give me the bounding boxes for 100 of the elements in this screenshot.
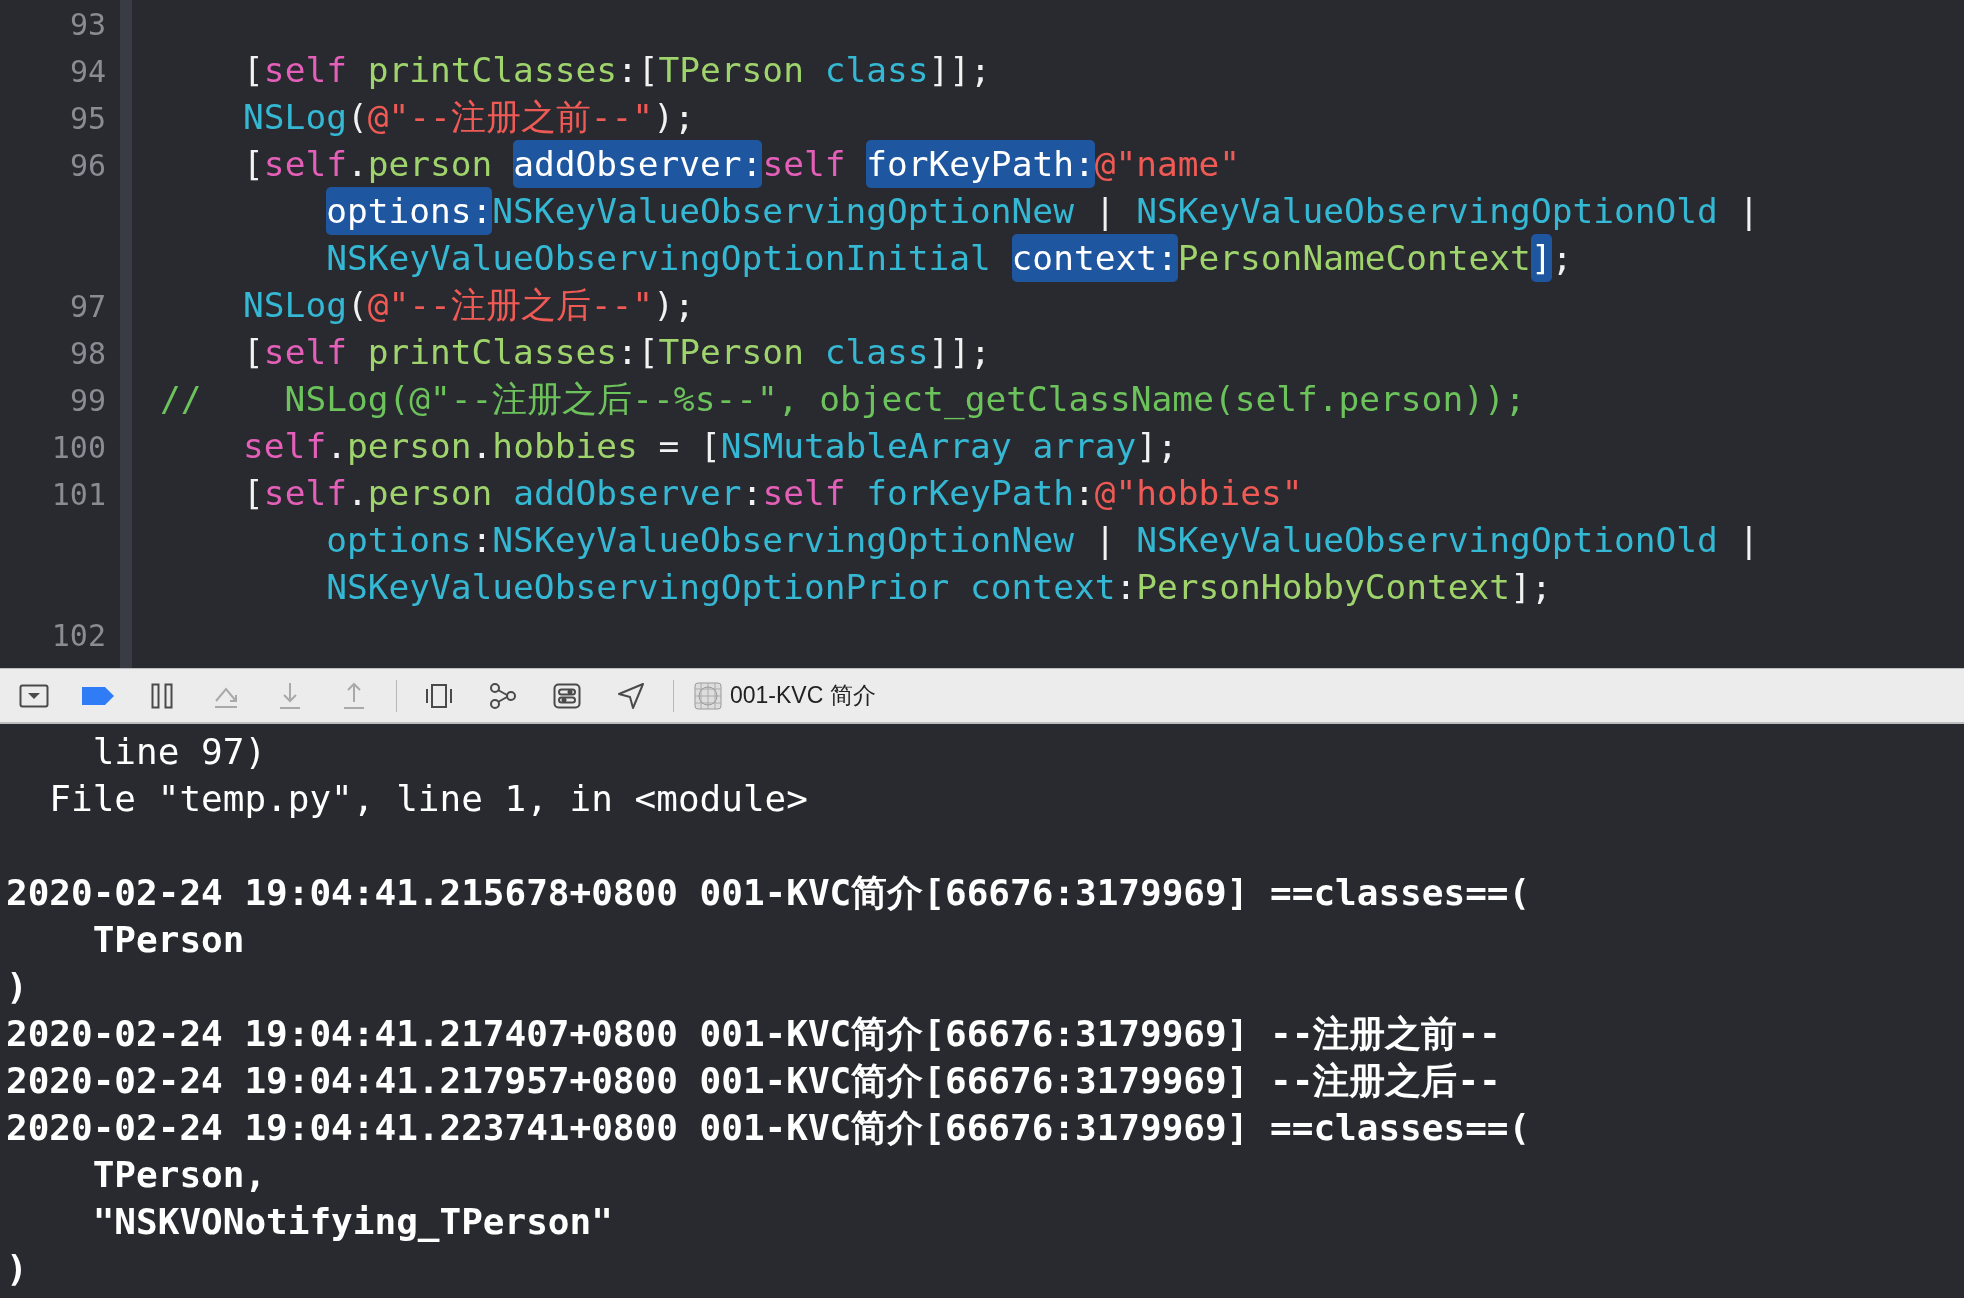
line-number: 101	[51, 477, 106, 512]
code-text: .	[471, 426, 493, 466]
code-text: |	[1093, 191, 1117, 231]
code-text: :	[741, 473, 763, 513]
log-line: 2020-02-24 19:04:41.217957+0800 001-KVC简介[66676:3179969] --注册之后--	[6, 1059, 1502, 1103]
code-text: );	[653, 285, 695, 325]
code-symbol: options	[326, 520, 472, 560]
code-text: .	[346, 144, 368, 184]
code-symbol: addObserver	[513, 473, 742, 513]
code-symbol: NSKeyValueObservingOptionInitial	[326, 238, 992, 278]
line-number: 99	[69, 383, 106, 418]
code-symbol: NSKeyValueObservingOptionOld	[1136, 520, 1718, 560]
line-number: 95	[69, 101, 106, 136]
code-identifier: TPerson	[658, 50, 805, 90]
code-identifier: person	[346, 426, 472, 466]
code-symbol: NSKeyValueObservingOptionOld	[1136, 191, 1718, 231]
code-identifier: PersonHobbyContext	[1136, 567, 1511, 607]
toggles-icon	[553, 682, 581, 709]
location-arrow-icon	[617, 681, 645, 710]
code-text: [	[243, 473, 264, 513]
log-line: "NSKVONotifying_TPerson"	[91, 1200, 614, 1244]
target-label: 001-KVC 简介	[730, 681, 876, 710]
pause-icon	[151, 682, 173, 709]
code-symbol: class	[824, 332, 929, 372]
line-number: 96	[69, 148, 106, 183]
code-symbol: NSMutableArray	[720, 426, 1013, 466]
code-string: @"name"	[1094, 144, 1241, 184]
code-text: .	[346, 473, 368, 513]
code-text: |	[1093, 520, 1117, 560]
code-text: :	[1074, 473, 1095, 513]
code-text: |	[1737, 191, 1760, 231]
code-symbol: class	[824, 50, 929, 90]
log-line: 2020-02-24 19:04:41.215678+0800 001-KVC简介[66676:3179969] ==classes==(	[6, 871, 1532, 915]
code-text: (	[346, 285, 368, 325]
code-keyword: self	[762, 473, 847, 513]
code-identifier: printClasses	[367, 332, 617, 372]
code-text: ]];	[928, 332, 991, 372]
breakpoint-icon	[81, 685, 115, 706]
line-number: 94	[69, 54, 106, 89]
trace-line: line 97)	[91, 730, 268, 774]
code-text: :[	[616, 332, 659, 372]
panel-toggle-icon	[19, 683, 49, 708]
code-symbol: NSLog	[243, 285, 347, 325]
code-text: [	[243, 144, 264, 184]
step-out-icon	[342, 681, 366, 710]
log-line: TPerson,	[91, 1153, 268, 1197]
graph-nodes-icon	[489, 681, 517, 710]
log-line: )	[6, 965, 29, 1009]
highlighted-token: context:	[1011, 234, 1178, 282]
code-identifier: printClasses	[367, 50, 617, 90]
code-text: ];	[1510, 567, 1552, 607]
code-text: .	[326, 426, 347, 466]
line-number: 93	[69, 7, 106, 42]
code-text: );	[653, 97, 695, 137]
code-comment: // NSLog(@"--注册之后--%s--", object_getClassName(self.person));	[160, 379, 1526, 419]
line-number: 102	[51, 618, 106, 653]
code-text: :	[1115, 567, 1137, 607]
step-into-icon	[278, 681, 302, 710]
thread-grid-icon	[694, 681, 722, 710]
code-keyword: self	[263, 332, 348, 372]
log-line: )	[6, 1247, 29, 1291]
code-identifier: PersonNameContext	[1177, 238, 1531, 278]
code-symbol: array	[1032, 426, 1137, 466]
code-keyword: self	[263, 50, 348, 90]
highlighted-token: options:	[326, 187, 493, 235]
highlighted-token: forKeyPath:	[866, 140, 1095, 188]
code-symbol: NSLog	[243, 97, 347, 137]
code-string: @"--注册之后--"	[367, 285, 654, 325]
layers-icon	[426, 682, 452, 709]
code-symbol: forKeyPath	[866, 473, 1074, 513]
line-number: 100	[51, 430, 106, 465]
code-keyword: self	[243, 426, 327, 466]
code-keyword: self	[263, 473, 347, 513]
code-symbol: context	[970, 567, 1116, 607]
code-text: [	[243, 50, 264, 90]
code-symbol: NSKeyValueObservingOptionPrior	[326, 567, 951, 607]
code-identifier: hobbies	[492, 426, 638, 466]
highlighted-token: ]	[1530, 234, 1552, 282]
code-text: ];	[1136, 426, 1178, 466]
code-identifier: TPerson	[658, 332, 805, 372]
code-keyword: self	[263, 144, 347, 184]
code-text: = [	[657, 426, 721, 466]
code-identifier: person	[367, 473, 494, 513]
line-number: 97	[69, 289, 106, 324]
code-text: |	[1737, 520, 1760, 560]
log-line: 2020-02-24 19:04:41.217407+0800 001-KVC简介[66676:3179969] --注册之前--	[6, 1012, 1502, 1056]
code-text: :	[471, 520, 493, 560]
highlighted-token: addObserver:	[513, 140, 763, 188]
code-text: (	[346, 97, 368, 137]
code-text: ;	[1551, 238, 1573, 278]
code-text: [	[243, 332, 264, 372]
log-line: 2020-02-24 19:04:41.223741+0800 001-KVC简介[66676:3179969] ==classes==(	[6, 1106, 1532, 1150]
trace-line: File "temp.py", line 1, in <module>	[48, 777, 809, 821]
code-text: :[	[616, 50, 659, 90]
code-symbol: NSKeyValueObservingOptionNew	[492, 520, 1074, 560]
code-symbol: NSKeyValueObservingOptionNew	[492, 191, 1074, 231]
code-string: @"hobbies"	[1094, 473, 1303, 513]
code-string: @"--注册之前--"	[367, 97, 654, 137]
code-text: ]];	[928, 50, 991, 90]
code-identifier: person	[367, 144, 494, 184]
